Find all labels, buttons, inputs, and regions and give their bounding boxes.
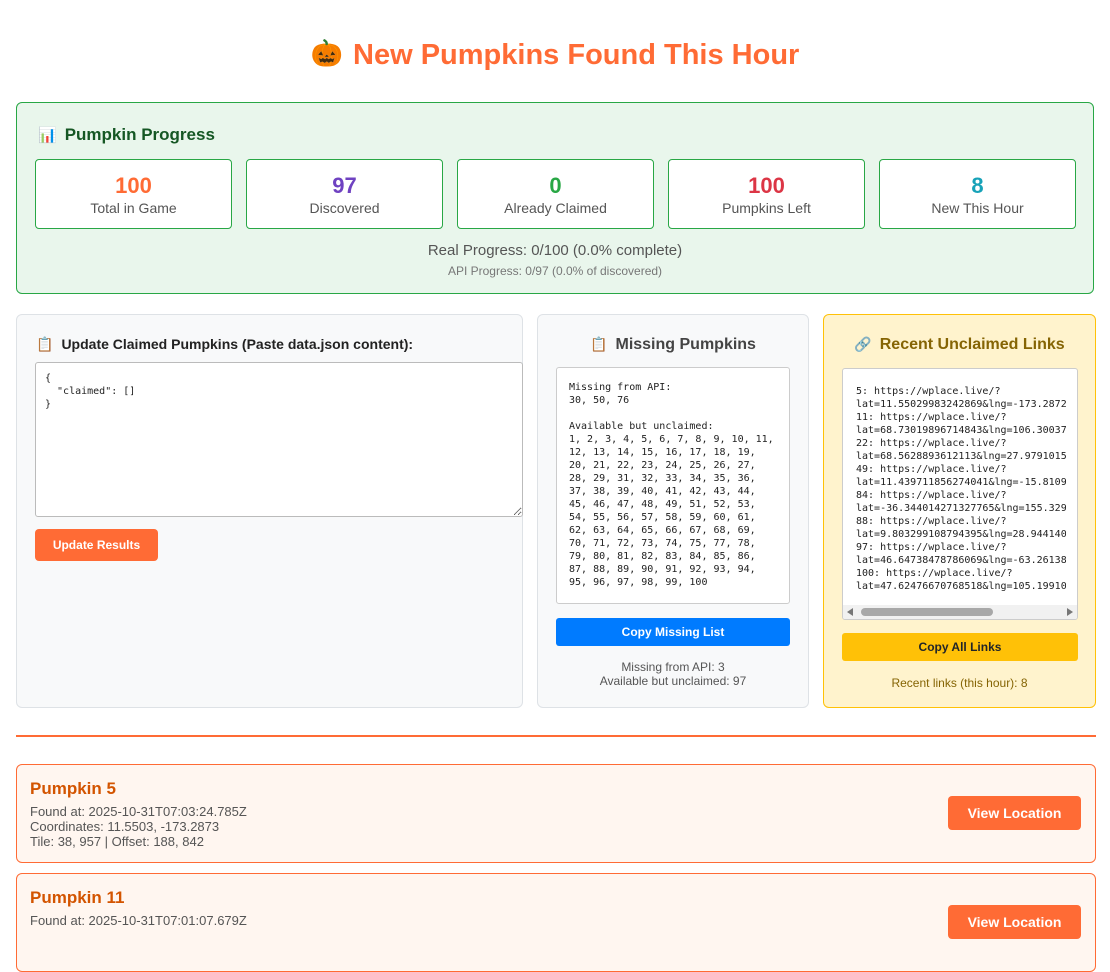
missing-from-api-count: Missing from API: 3: [621, 660, 725, 674]
tile-offset: Tile: 38, 957 | Offset: 188, 842: [30, 834, 204, 849]
stat-label: Total in Game: [90, 200, 177, 216]
links-box[interactable]: 5: https://wplace.live/? lat=11.55029983…: [842, 368, 1078, 620]
pumpkin-title: Pumpkin 5: [30, 779, 116, 798]
progress-panel: 📊 Pumpkin Progress 100 Total in Game 97 D…: [16, 102, 1094, 294]
missing-list-box[interactable]: Missing from API: 30, 50, 76 Available b…: [556, 367, 790, 604]
found-at: Found at: 2025-10-31T07:01:07.679Z: [30, 913, 247, 928]
missing-heading-text: Missing Pumpkins: [615, 336, 756, 353]
missing-stats: Missing from API: 3 Available but unclai…: [538, 660, 808, 688]
links-heading: 🔗 Recent Unclaimed Links: [824, 336, 1095, 354]
stat-label: New This Hour: [931, 200, 1024, 216]
scrollbar-thumb[interactable]: [861, 608, 993, 616]
clipboard-icon: 📋: [590, 336, 608, 352]
stat-value: 0: [549, 173, 562, 198]
page-title-text: New Pumpkins Found This Hour: [353, 39, 800, 71]
stat-value: 100: [748, 173, 785, 198]
pumpkin-title: Pumpkin 11: [30, 888, 125, 907]
missing-heading: 📋 Missing Pumpkins: [538, 336, 808, 354]
update-claimed-panel: 📋 Update Claimed Pumpkins (Paste data.jso…: [16, 314, 523, 708]
chart-icon: 📊: [38, 127, 57, 144]
stat-label: Pumpkins Left: [722, 200, 811, 216]
coordinates: Coordinates: 11.5503, -173.2873: [30, 819, 220, 834]
recent-links-panel: 🔗 Recent Unclaimed Links 5: https://wplac…: [823, 314, 1096, 708]
api-progress-text: API Progress: 0/97 (0.0% of discovered): [447, 264, 663, 278]
scroll-left-icon[interactable]: [847, 608, 853, 616]
stat-claimed: 0 Already Claimed: [457, 159, 654, 229]
stat-value: 100: [115, 173, 152, 198]
page-title: 🎃 New Pumpkins Found This Hour: [0, 38, 1110, 72]
found-at: Found at: 2025-10-31T07:03:24.785Z: [30, 804, 247, 819]
links-text: 5: https://wplace.live/? lat=11.55029983…: [856, 386, 1066, 592]
stat-value: 8: [971, 173, 984, 198]
real-progress-text: Real Progress: 0/100 (0.0% complete): [427, 242, 683, 259]
stat-new-this-hour: 8 New This Hour: [879, 159, 1076, 229]
json-input[interactable]: { "claimed": [] }: [35, 362, 523, 517]
scroll-right-icon[interactable]: [1067, 608, 1073, 616]
link-icon: 🔗: [854, 336, 872, 352]
pumpkin-meta: Found at: 2025-10-31T07:01:07.679Z: [30, 913, 247, 928]
view-location-button[interactable]: View Location: [948, 905, 1081, 939]
copy-missing-list-button[interactable]: Copy Missing List: [556, 618, 790, 646]
links-heading-text: Recent Unclaimed Links: [879, 336, 1065, 353]
horizontal-scrollbar[interactable]: [843, 605, 1077, 619]
update-heading-text: Update Claimed Pumpkins (Paste data.json…: [61, 336, 414, 352]
stat-label: Already Claimed: [504, 200, 607, 216]
stat-label: Discovered: [309, 200, 380, 216]
copy-all-links-button[interactable]: Copy All Links: [842, 633, 1078, 661]
section-divider: [16, 735, 1096, 737]
missing-pumpkins-panel: 📋 Missing Pumpkins Missing from API: 30, …: [537, 314, 809, 708]
pumpkin-icon: 🎃: [310, 38, 344, 68]
progress-heading: 📊 Pumpkin Progress: [38, 125, 215, 145]
stat-value: 97: [332, 173, 357, 198]
update-results-button[interactable]: Update Results: [35, 529, 158, 561]
pumpkin-meta: Found at: 2025-10-31T07:03:24.785Z Coord…: [30, 804, 247, 849]
stat-left: 100 Pumpkins Left: [668, 159, 865, 229]
view-location-button[interactable]: View Location: [948, 796, 1081, 830]
pumpkin-card: Pumpkin 11 Found at: 2025-10-31T07:01:07…: [16, 873, 1096, 972]
progress-heading-text: Pumpkin Progress: [64, 125, 215, 144]
stat-discovered: 97 Discovered: [246, 159, 443, 229]
clipboard-icon: 📋: [36, 336, 54, 352]
update-heading: 📋 Update Claimed Pumpkins (Paste data.jso…: [36, 336, 413, 353]
stat-total: 100 Total in Game: [35, 159, 232, 229]
recent-links-count: Recent links (this hour): 8: [891, 676, 1028, 690]
pumpkin-card: Pumpkin 5 Found at: 2025-10-31T07:03:24.…: [16, 764, 1096, 863]
available-unclaimed-count: Available but unclaimed: 97: [599, 674, 747, 688]
